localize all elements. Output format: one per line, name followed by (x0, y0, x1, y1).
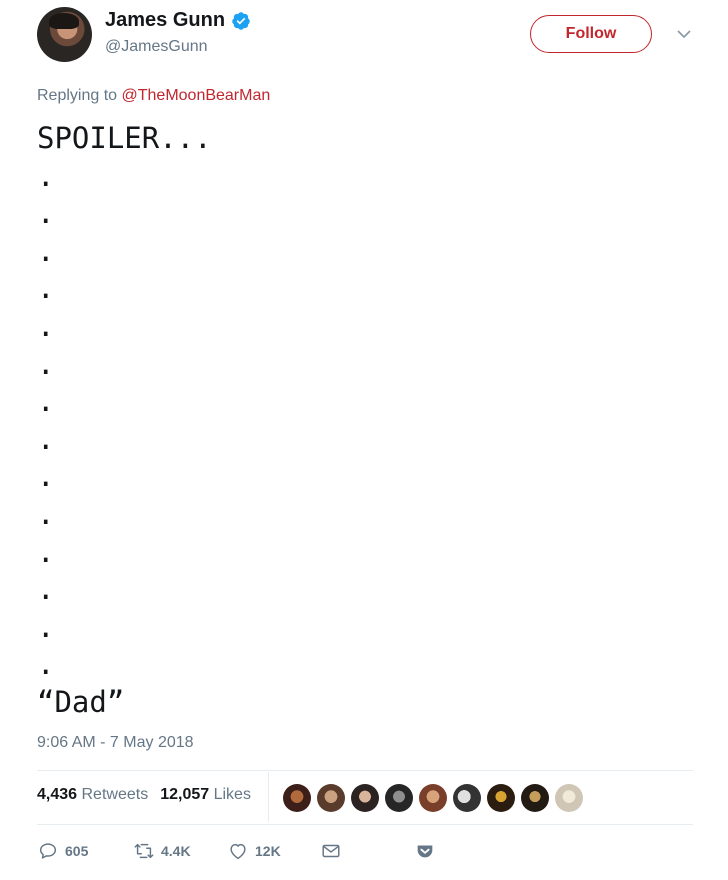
liker-avatar[interactable] (521, 784, 549, 812)
like-button[interactable]: 12K (227, 840, 281, 862)
retweet-icon (134, 843, 154, 859)
retweets-stat[interactable]: 4,436 Retweets (37, 786, 148, 804)
reply-icon (39, 843, 57, 859)
reply-context: Replying to @TheMoonBearMan (37, 87, 270, 105)
retweets-count: 4,436 (37, 786, 78, 803)
likes-label: Likes (213, 786, 251, 803)
tweet-timestamp[interactable]: 9:06 AM - 7 May 2018 (37, 734, 194, 752)
tweet-actions: 605 4.4K 12K (37, 840, 457, 862)
direct-message-button[interactable] (320, 840, 342, 862)
envelope-icon (322, 844, 340, 858)
avatar[interactable] (37, 7, 92, 62)
likers-avatars (283, 784, 583, 812)
liker-avatar[interactable] (317, 784, 345, 812)
retweet-count: 4.4K (161, 843, 191, 859)
pocket-icon (417, 845, 433, 858)
liker-avatar[interactable] (487, 784, 515, 812)
reply-mention-link[interactable]: @TheMoonBearMan (122, 87, 271, 104)
like-count: 12K (255, 843, 281, 859)
reply-count: 605 (65, 843, 89, 859)
follow-button[interactable]: Follow (530, 15, 652, 53)
liker-avatar[interactable] (555, 784, 583, 812)
reply-prefix: Replying to (37, 87, 118, 104)
reply-button[interactable]: 605 (37, 840, 88, 862)
liker-avatar[interactable] (453, 784, 481, 812)
liker-avatar[interactable] (385, 784, 413, 812)
likes-stat[interactable]: 12,057 Likes (160, 786, 251, 804)
retweet-button[interactable]: 4.4K (133, 840, 191, 862)
display-name-text[interactable]: James Gunn (105, 9, 225, 32)
chevron-down-icon[interactable] (674, 26, 694, 42)
likes-count: 12,057 (160, 786, 210, 803)
verified-badge-icon (232, 11, 250, 30)
divider (37, 824, 693, 825)
user-handle[interactable]: @JamesGunn (105, 38, 208, 56)
stats-separator (268, 772, 269, 822)
liker-avatar[interactable] (419, 784, 447, 812)
liker-avatar[interactable] (351, 784, 379, 812)
heart-icon (230, 843, 246, 860)
retweets-label: Retweets (81, 786, 149, 803)
liker-avatar[interactable] (283, 784, 311, 812)
divider (37, 770, 693, 771)
tweet-text: SPOILER... . . . . . . . . . . . . . . “… (37, 121, 212, 719)
display-name[interactable]: James Gunn (105, 9, 251, 32)
pocket-button[interactable] (414, 840, 436, 862)
tweet-stats: 4,436 Retweets 12,057 Likes (37, 786, 251, 804)
